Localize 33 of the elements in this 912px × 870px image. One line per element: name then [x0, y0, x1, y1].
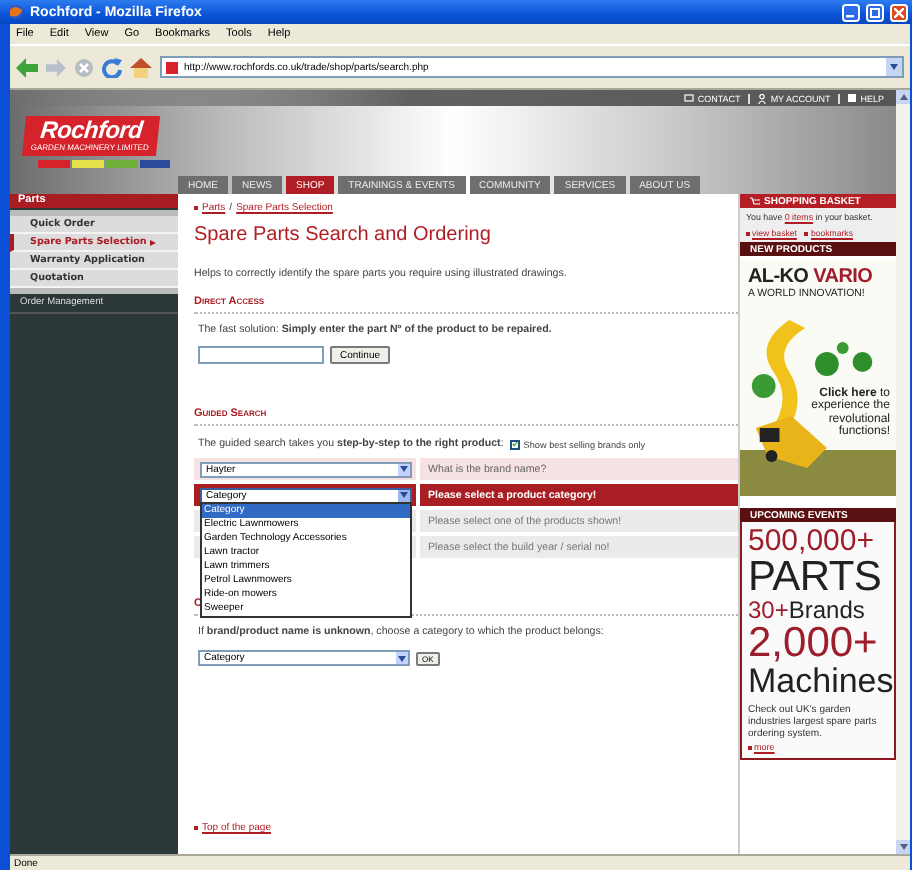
stat-text: 500,000+ [748, 524, 874, 558]
minimize-button[interactable] [842, 3, 860, 21]
ad-title: AL-KO VARIO [746, 264, 875, 288]
help-icon [848, 94, 857, 102]
back-icon[interactable] [16, 57, 38, 77]
home-icon[interactable] [130, 57, 152, 77]
close-button[interactable] [890, 3, 908, 21]
scroll-up-icon[interactable] [896, 90, 910, 104]
stripe-icon [38, 160, 170, 168]
dropdown-arrow-icon[interactable] [886, 58, 902, 76]
browser-icon [8, 4, 24, 20]
maximize-button[interactable] [866, 3, 884, 21]
site-icon [166, 61, 178, 73]
scrollbar[interactable] [896, 90, 910, 854]
scroll-down-icon[interactable] [896, 840, 910, 854]
cart-icon [750, 196, 760, 206]
reload-icon[interactable] [102, 57, 122, 77]
stat-text: 30+ [748, 596, 789, 624]
close-icon [894, 7, 904, 17]
card-icon [683, 94, 694, 102]
stat-text: PARTS [748, 554, 882, 600]
caret-icon [398, 489, 410, 501]
maximize-icon [870, 7, 880, 17]
stat-text: Brands [788, 596, 865, 624]
caret-icon [398, 463, 410, 475]
part-number-field[interactable] [198, 346, 324, 364]
triangle-icon [150, 239, 157, 245]
stat-text: Machines [748, 662, 894, 700]
caret-icon [396, 652, 408, 664]
stat-text: 2,000+ [748, 620, 878, 666]
checkmark-icon [511, 440, 518, 448]
person-icon [758, 93, 767, 103]
page-title: Spare Parts Search and Ordering [194, 224, 493, 246]
